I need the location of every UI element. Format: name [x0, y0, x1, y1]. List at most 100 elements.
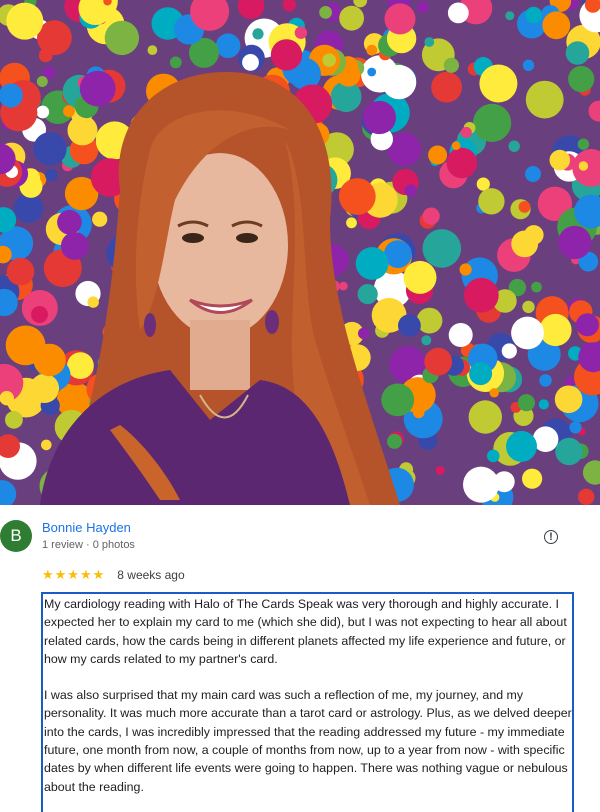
pompom	[405, 184, 417, 196]
pompom	[509, 141, 520, 152]
pompom	[526, 81, 564, 119]
pompom	[539, 314, 571, 346]
pompom	[449, 323, 473, 347]
pompom	[417, 1, 429, 13]
pompom	[461, 127, 472, 138]
pompom	[566, 41, 590, 65]
pompom	[382, 65, 416, 99]
pompom	[45, 169, 58, 182]
pompom	[464, 278, 499, 313]
pompom	[88, 296, 99, 307]
reviewer-avatar[interactable]: B	[0, 520, 32, 552]
pompom	[319, 6, 332, 19]
pompom	[242, 54, 259, 71]
pompom	[346, 217, 357, 228]
pompom	[387, 434, 402, 449]
pompom	[518, 394, 535, 411]
pompom	[511, 317, 544, 350]
pompom	[539, 399, 549, 409]
review-time: 8 weeks ago	[117, 568, 184, 582]
pompom	[33, 344, 65, 376]
review-paragraph: I was also surprised that my main card w…	[44, 686, 572, 796]
pompom	[506, 431, 537, 462]
pompom	[463, 467, 499, 503]
pompom	[522, 301, 534, 313]
pompom	[63, 105, 75, 117]
pompom	[92, 212, 107, 227]
pompom	[424, 37, 434, 47]
pompom	[519, 201, 531, 213]
pompom	[525, 7, 542, 24]
pompom	[33, 132, 66, 165]
pompom	[105, 21, 139, 55]
pompom	[61, 232, 89, 260]
pompom	[36, 106, 49, 119]
review-text: My cardiology reading with Halo of The C…	[41, 592, 574, 812]
pompom	[555, 438, 582, 465]
pompom	[30, 374, 59, 403]
pompom	[460, 263, 472, 275]
pompom	[252, 28, 263, 39]
pompom	[7, 258, 35, 286]
pompom	[295, 27, 307, 39]
pompom	[37, 76, 48, 87]
pompom	[398, 314, 421, 337]
pompom	[452, 141, 461, 150]
pompom	[31, 306, 48, 323]
avatar-initial: B	[10, 526, 21, 546]
pompom	[385, 3, 416, 34]
pompom	[356, 247, 389, 280]
pompom	[363, 101, 396, 134]
pompom	[555, 386, 583, 414]
pompom	[41, 440, 52, 451]
pompom	[436, 466, 445, 475]
pompom	[14, 193, 44, 223]
pompom	[490, 388, 499, 397]
report-flag-icon[interactable]: !	[544, 530, 558, 544]
pompom	[487, 450, 500, 463]
pompom	[358, 284, 378, 304]
pompom	[428, 146, 447, 165]
pompom	[431, 72, 462, 103]
pompom	[568, 66, 594, 92]
pompom	[511, 231, 538, 258]
pompom-wall-background	[0, 0, 600, 505]
pompom	[531, 282, 542, 293]
pompom	[67, 352, 94, 379]
pompom	[578, 139, 589, 150]
pompom	[381, 384, 414, 417]
pompom	[339, 178, 376, 215]
rating-row: ★★★★★ 8 weeks ago	[42, 567, 185, 583]
pompom	[525, 166, 541, 182]
review-paragraph: My cardiology reading with Halo of The C…	[44, 595, 572, 668]
pompom	[523, 60, 534, 71]
pompom	[579, 161, 588, 170]
pompom	[170, 57, 182, 69]
pompom	[148, 45, 158, 55]
pompom	[539, 374, 552, 387]
pompom	[6, 3, 43, 40]
review-photo[interactable]	[0, 0, 600, 505]
pompom	[0, 391, 14, 405]
pompom	[469, 400, 502, 433]
pompom	[469, 362, 492, 385]
pompom	[578, 489, 594, 505]
pompom	[366, 45, 377, 56]
pompom	[448, 3, 469, 24]
pompom	[423, 208, 440, 225]
pompom	[522, 469, 542, 489]
pompom	[421, 335, 431, 345]
pompom	[558, 226, 591, 259]
pompom	[322, 53, 336, 67]
pompom	[444, 58, 459, 73]
pompom	[478, 188, 504, 214]
reviewer-name[interactable]: Bonnie Hayden	[42, 520, 131, 535]
pompom	[68, 115, 98, 145]
pompom	[271, 39, 302, 70]
pompom	[417, 308, 443, 334]
pompom	[367, 68, 376, 77]
pompom	[473, 104, 511, 142]
pompom	[423, 229, 462, 268]
pompom	[80, 71, 116, 107]
pompom	[502, 343, 517, 358]
